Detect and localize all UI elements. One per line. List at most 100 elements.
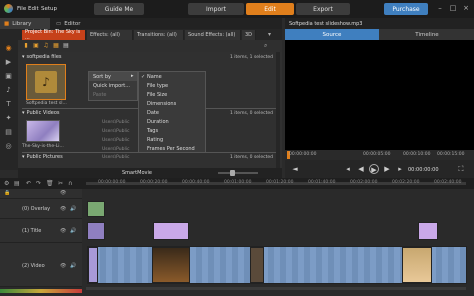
sort-file-size[interactable]: File Size <box>147 92 167 98</box>
photo-icon[interactable]: ▣ <box>4 72 13 81</box>
tab-3d[interactable]: 3D <box>242 30 256 40</box>
edit-button[interactable]: Edit <box>246 3 294 15</box>
timeline-ruler-label: 00:01:20:00 <box>266 180 294 185</box>
audio-thumbnail[interactable]: ♪ <box>26 64 66 100</box>
filter-3d-icon[interactable]: ▤ <box>62 42 70 50</box>
lock-icon[interactable]: 🔒 <box>4 190 10 196</box>
minimize-icon[interactable]: – <box>436 4 444 12</box>
path-text: Users\Public <box>102 155 130 160</box>
menu-item-paste[interactable]: Paste <box>93 92 107 98</box>
sort-fps[interactable]: Frames Per Second <box>147 146 195 152</box>
title-icon[interactable]: T <box>4 100 13 109</box>
timeline-h-scrollbar[interactable] <box>86 287 466 290</box>
tab-project-bin[interactable]: Project Bin: The Sky is ... <box>22 29 86 41</box>
smartmovie-button[interactable]: SmartMovie <box>122 170 152 176</box>
mute-icon[interactable]: ◄ <box>290 164 300 174</box>
montage-icon[interactable]: ▤ <box>4 128 13 137</box>
menu-item-sort-by[interactable]: Sort by ▸ <box>89 72 137 81</box>
video-icon[interactable]: ▶ <box>4 58 13 67</box>
video-clip[interactable] <box>88 247 98 283</box>
ruler-label: 00:00:05:00 <box>363 152 391 157</box>
menu-setup[interactable]: Setup <box>41 6 57 12</box>
title-clip[interactable] <box>153 222 189 240</box>
title-clip[interactable] <box>418 222 438 240</box>
menu-item-quick-import[interactable]: Quick import... <box>93 83 130 89</box>
track-label: (2) Video <box>22 263 45 269</box>
scrollbar[interactable] <box>276 52 280 168</box>
guide-me-button[interactable]: Guide Me <box>94 3 144 15</box>
sort-dimensions[interactable]: Dimensions <box>147 101 176 107</box>
play-icon[interactable]: ▶ <box>369 164 379 174</box>
video-clip[interactable] <box>250 247 264 283</box>
undo-icon[interactable]: ↶ <box>26 180 33 187</box>
track-head-audio[interactable]: 🔒 👁 <box>0 189 82 199</box>
step-back-icon[interactable]: ◂ <box>343 164 353 174</box>
preview-ruler[interactable]: 00:00:00:00 00:00:05:00 00:00:10:00 00:0… <box>285 150 474 160</box>
redo-icon[interactable]: ↷ <box>36 180 43 187</box>
group-header[interactable]: ▾ Public Videos <box>22 110 60 116</box>
eye-icon[interactable]: 👁 <box>60 206 66 212</box>
speaker-icon[interactable]: 🔊 <box>70 206 76 212</box>
cut-icon[interactable]: ✂ <box>58 180 65 187</box>
filter-photo-icon[interactable]: ▣ <box>32 42 40 50</box>
sort-tags[interactable]: Tags <box>147 128 158 134</box>
eye-icon[interactable]: 👁 <box>60 263 66 269</box>
tab-timeline[interactable]: Timeline <box>380 29 474 40</box>
magnet-icon[interactable]: ∩ <box>68 180 75 187</box>
music-icon[interactable]: ♪ <box>4 86 13 95</box>
sort-duration[interactable]: Duration <box>147 119 169 125</box>
video-clip[interactable] <box>402 247 432 283</box>
eye-icon[interactable]: 👁 <box>60 190 66 196</box>
export-button[interactable]: Export <box>296 3 350 15</box>
overlay-clip[interactable] <box>87 201 105 217</box>
zoom-slider[interactable] <box>218 172 258 174</box>
tab-library[interactable]: ■ Library <box>0 18 50 29</box>
sort-date[interactable]: Date <box>147 110 159 116</box>
menu-file[interactable]: File <box>17 6 26 12</box>
zoom-slider-handle[interactable] <box>230 170 235 176</box>
title-clip[interactable] <box>87 222 105 240</box>
editor-icon: ▭ <box>56 20 62 27</box>
storyboard-icon[interactable]: ▤ <box>14 180 21 187</box>
close-icon[interactable]: × <box>462 4 470 12</box>
timeline-ruler-label: 00:00:00:00 <box>98 180 126 185</box>
group-header[interactable]: ▾ Public Pictures <box>22 154 63 160</box>
collection-icon[interactable]: ◉ <box>4 44 13 53</box>
track-head-overlay[interactable]: (0) Overlay 👁 🔊 <box>0 199 82 219</box>
ruler-label: 00:00:15:00 <box>437 152 465 157</box>
sort-name[interactable]: Name <box>147 74 162 80</box>
maximize-icon[interactable]: □ <box>449 4 457 12</box>
import-button[interactable]: Import <box>188 3 244 15</box>
step-forward-icon[interactable]: ▸ <box>395 164 405 174</box>
filter-video-icon[interactable]: ▮ <box>22 42 30 50</box>
tab-transitions[interactable]: Transitions: (all) <box>134 30 184 40</box>
filter-project-icon[interactable]: ▦ <box>52 42 60 50</box>
tab-sound-effects[interactable]: Sound Effects: (all) <box>185 30 241 40</box>
group-header[interactable]: ▾ softpedia files <box>22 54 62 60</box>
speaker-icon[interactable]: 🔊 <box>70 263 76 269</box>
rewind-icon[interactable]: ◀ <box>356 164 366 174</box>
tab-effects[interactable]: Effects: (all) <box>87 30 133 40</box>
tab-source[interactable]: Source <box>285 29 379 40</box>
search-icon[interactable]: ⌕ <box>264 42 267 50</box>
effects-icon[interactable]: ✦ <box>4 114 13 123</box>
tab-editor-label: Editor <box>64 20 81 27</box>
video-thumbnail[interactable] <box>26 120 60 142</box>
settings-icon[interactable]: ⚙ <box>4 180 11 187</box>
sort-file-type[interactable]: File type <box>147 83 168 89</box>
forward-icon[interactable]: ▶ <box>382 164 392 174</box>
track-head-title[interactable]: (1) Title 👁 🔊 <box>0 219 82 243</box>
sort-rating[interactable]: Rating <box>147 137 163 143</box>
track-head-video[interactable]: (2) Video 👁 🔊 <box>0 243 82 287</box>
filter-audio-icon[interactable]: ♫ <box>42 42 50 50</box>
speaker-icon[interactable]: 🔊 <box>70 228 76 234</box>
purchase-button[interactable]: Purchase <box>384 3 428 15</box>
tab-editor[interactable]: ▭ Editor <box>52 18 92 29</box>
collapse-icon[interactable]: ▾ <box>268 31 271 38</box>
fullscreen-icon[interactable]: ⛶ <box>456 164 466 174</box>
delete-icon[interactable]: 🗑 <box>46 180 54 187</box>
disc-icon[interactable]: ◎ <box>4 142 13 151</box>
video-clip[interactable] <box>152 247 190 283</box>
menu-edit[interactable]: Edit <box>28 6 39 12</box>
eye-icon[interactable]: 👁 <box>60 228 66 234</box>
